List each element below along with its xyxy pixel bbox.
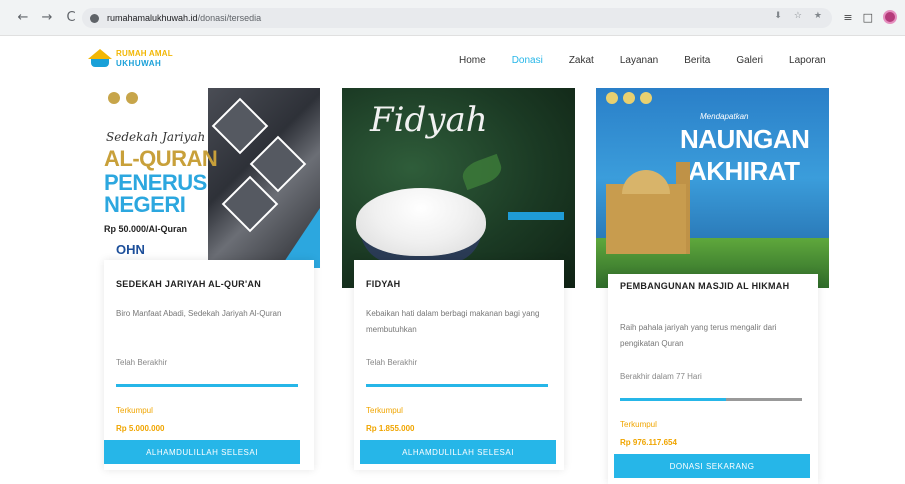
download-icon[interactable]: ⬇ <box>774 11 782 21</box>
browser-toolbar: ← → C rumahamalukhuwah.id/donasi/tersedi… <box>0 0 905 36</box>
campaign-progress-bar <box>116 384 298 387</box>
campaign-progress-bar <box>366 384 548 387</box>
tab-search-icon[interactable]: ≡ <box>843 11 852 24</box>
poster-logos <box>606 92 652 104</box>
collected-amount: Rp 1.855.000 <box>366 424 415 433</box>
forward-arrow-icon[interactable]: → <box>38 9 56 27</box>
poster-logos <box>108 92 138 104</box>
campaign-card-body: PEMBANGUNAN MASJID AL HIKMAH Raih pahala… <box>608 274 818 484</box>
campaign-finished-button[interactable]: ALHAMDULILLAH SELESAI <box>104 440 300 464</box>
campaign-status: Telah Berakhir <box>366 358 418 367</box>
logo-text-line2: UKHUWAH <box>116 59 162 68</box>
campaign-poster[interactable]: Fidyah <box>342 88 575 288</box>
nav-berita[interactable]: Berita <box>684 55 710 66</box>
donate-now-button[interactable]: DONASI SEKARANG <box>614 454 810 478</box>
campaign-description: Raih pahala jariyah yang terus mengalir … <box>620 323 777 348</box>
campaign-card-body: FIDYAH Kebaikan hati dalam berbagi makan… <box>354 260 564 470</box>
nav-home[interactable]: Home <box>459 55 486 66</box>
nav-laporan[interactable]: Laporan <box>789 55 826 66</box>
back-arrow-icon[interactable]: ← <box>14 9 32 27</box>
poster-subheading: Mendapatkan <box>700 112 749 121</box>
nav-donasi[interactable]: Donasi <box>512 55 543 66</box>
campaign-list: Sedekah Jariyah AL-QURAN PENERUS NEGERI … <box>0 88 905 484</box>
campaign-title[interactable]: FIDYAH <box>366 278 556 291</box>
campaign-progress-bar <box>620 398 802 401</box>
collected-label: Terkumpul <box>366 406 403 415</box>
campaign-description: Biro Manfaat Abadi, Sedekah Jariyah Al-Q… <box>116 309 282 318</box>
reload-icon[interactable]: C <box>62 9 80 27</box>
url-text: rumahamalukhuwah.id/donasi/tersedia <box>107 13 262 23</box>
campaign-card-body: SEDEKAH JARIYAH AL-QUR'AN Biro Manfaat A… <box>104 260 314 470</box>
campaign-status: Berakhir dalam 77 Hari <box>620 372 702 381</box>
campaign-description: Kebaikan hati dalam berbagi makanan bagi… <box>366 309 540 334</box>
campaign-status: Telah Berakhir <box>116 358 168 367</box>
bookmark-star-icon[interactable]: ☆ <box>794 11 802 21</box>
poster-price: Rp 50.000/Al-Quran <box>104 224 188 234</box>
window-icon[interactable]: □ <box>863 11 873 24</box>
campaign-poster[interactable]: Sedekah Jariyah AL-QURAN PENERUS NEGERI … <box>98 88 320 268</box>
campaign-finished-button[interactable]: ALHAMDULILLAH SELESAI <box>360 440 556 464</box>
campaign-poster[interactable]: Mendapatkan NAUNGAN AKHIRAT <box>596 88 829 288</box>
collected-amount: Rp 976.117.654 <box>620 438 677 447</box>
collected-amount: Rp 5.000.000 <box>116 424 165 433</box>
logo-icon <box>88 49 112 69</box>
poster-headline-3: NEGERI <box>104 192 186 217</box>
collected-label: Terkumpul <box>116 406 153 415</box>
address-bar[interactable]: rumahamalukhuwah.id/donasi/tersedia ⬇ ☆ … <box>82 8 832 28</box>
campaign-title[interactable]: SEDEKAH JARIYAH AL-QUR'AN <box>116 278 306 291</box>
extension-star-icon[interactable]: ★ <box>814 11 822 21</box>
site-header: RUMAH AMAL UKHUWAH Home Donasi Zakat Lay… <box>0 36 905 88</box>
nav-zakat[interactable]: Zakat <box>569 55 594 66</box>
profile-avatar[interactable] <box>883 10 897 24</box>
collected-label: Terkumpul <box>620 420 657 429</box>
site-logo[interactable]: RUMAH AMAL UKHUWAH <box>88 49 173 69</box>
nav-layanan[interactable]: Layanan <box>620 55 658 66</box>
nav-galeri[interactable]: Galeri <box>736 55 763 66</box>
poster-brand: OHN <box>116 242 145 257</box>
poster-headline-1: AL-QURAN <box>104 146 218 171</box>
poster-title: Fidyah <box>370 100 488 140</box>
poster-headline-2: AKHIRAT <box>688 156 800 186</box>
poster-script-text: Sedekah Jariyah <box>106 130 206 144</box>
poster-headline-1: NAUNGAN <box>680 124 810 154</box>
logo-text-line1: RUMAH AMAL <box>116 49 173 58</box>
main-nav: Home Donasi Zakat Layanan Berita Galeri … <box>459 55 826 66</box>
campaign-title[interactable]: PEMBANGUNAN MASJID AL HIKMAH <box>620 280 790 293</box>
site-info-icon[interactable] <box>90 13 99 23</box>
